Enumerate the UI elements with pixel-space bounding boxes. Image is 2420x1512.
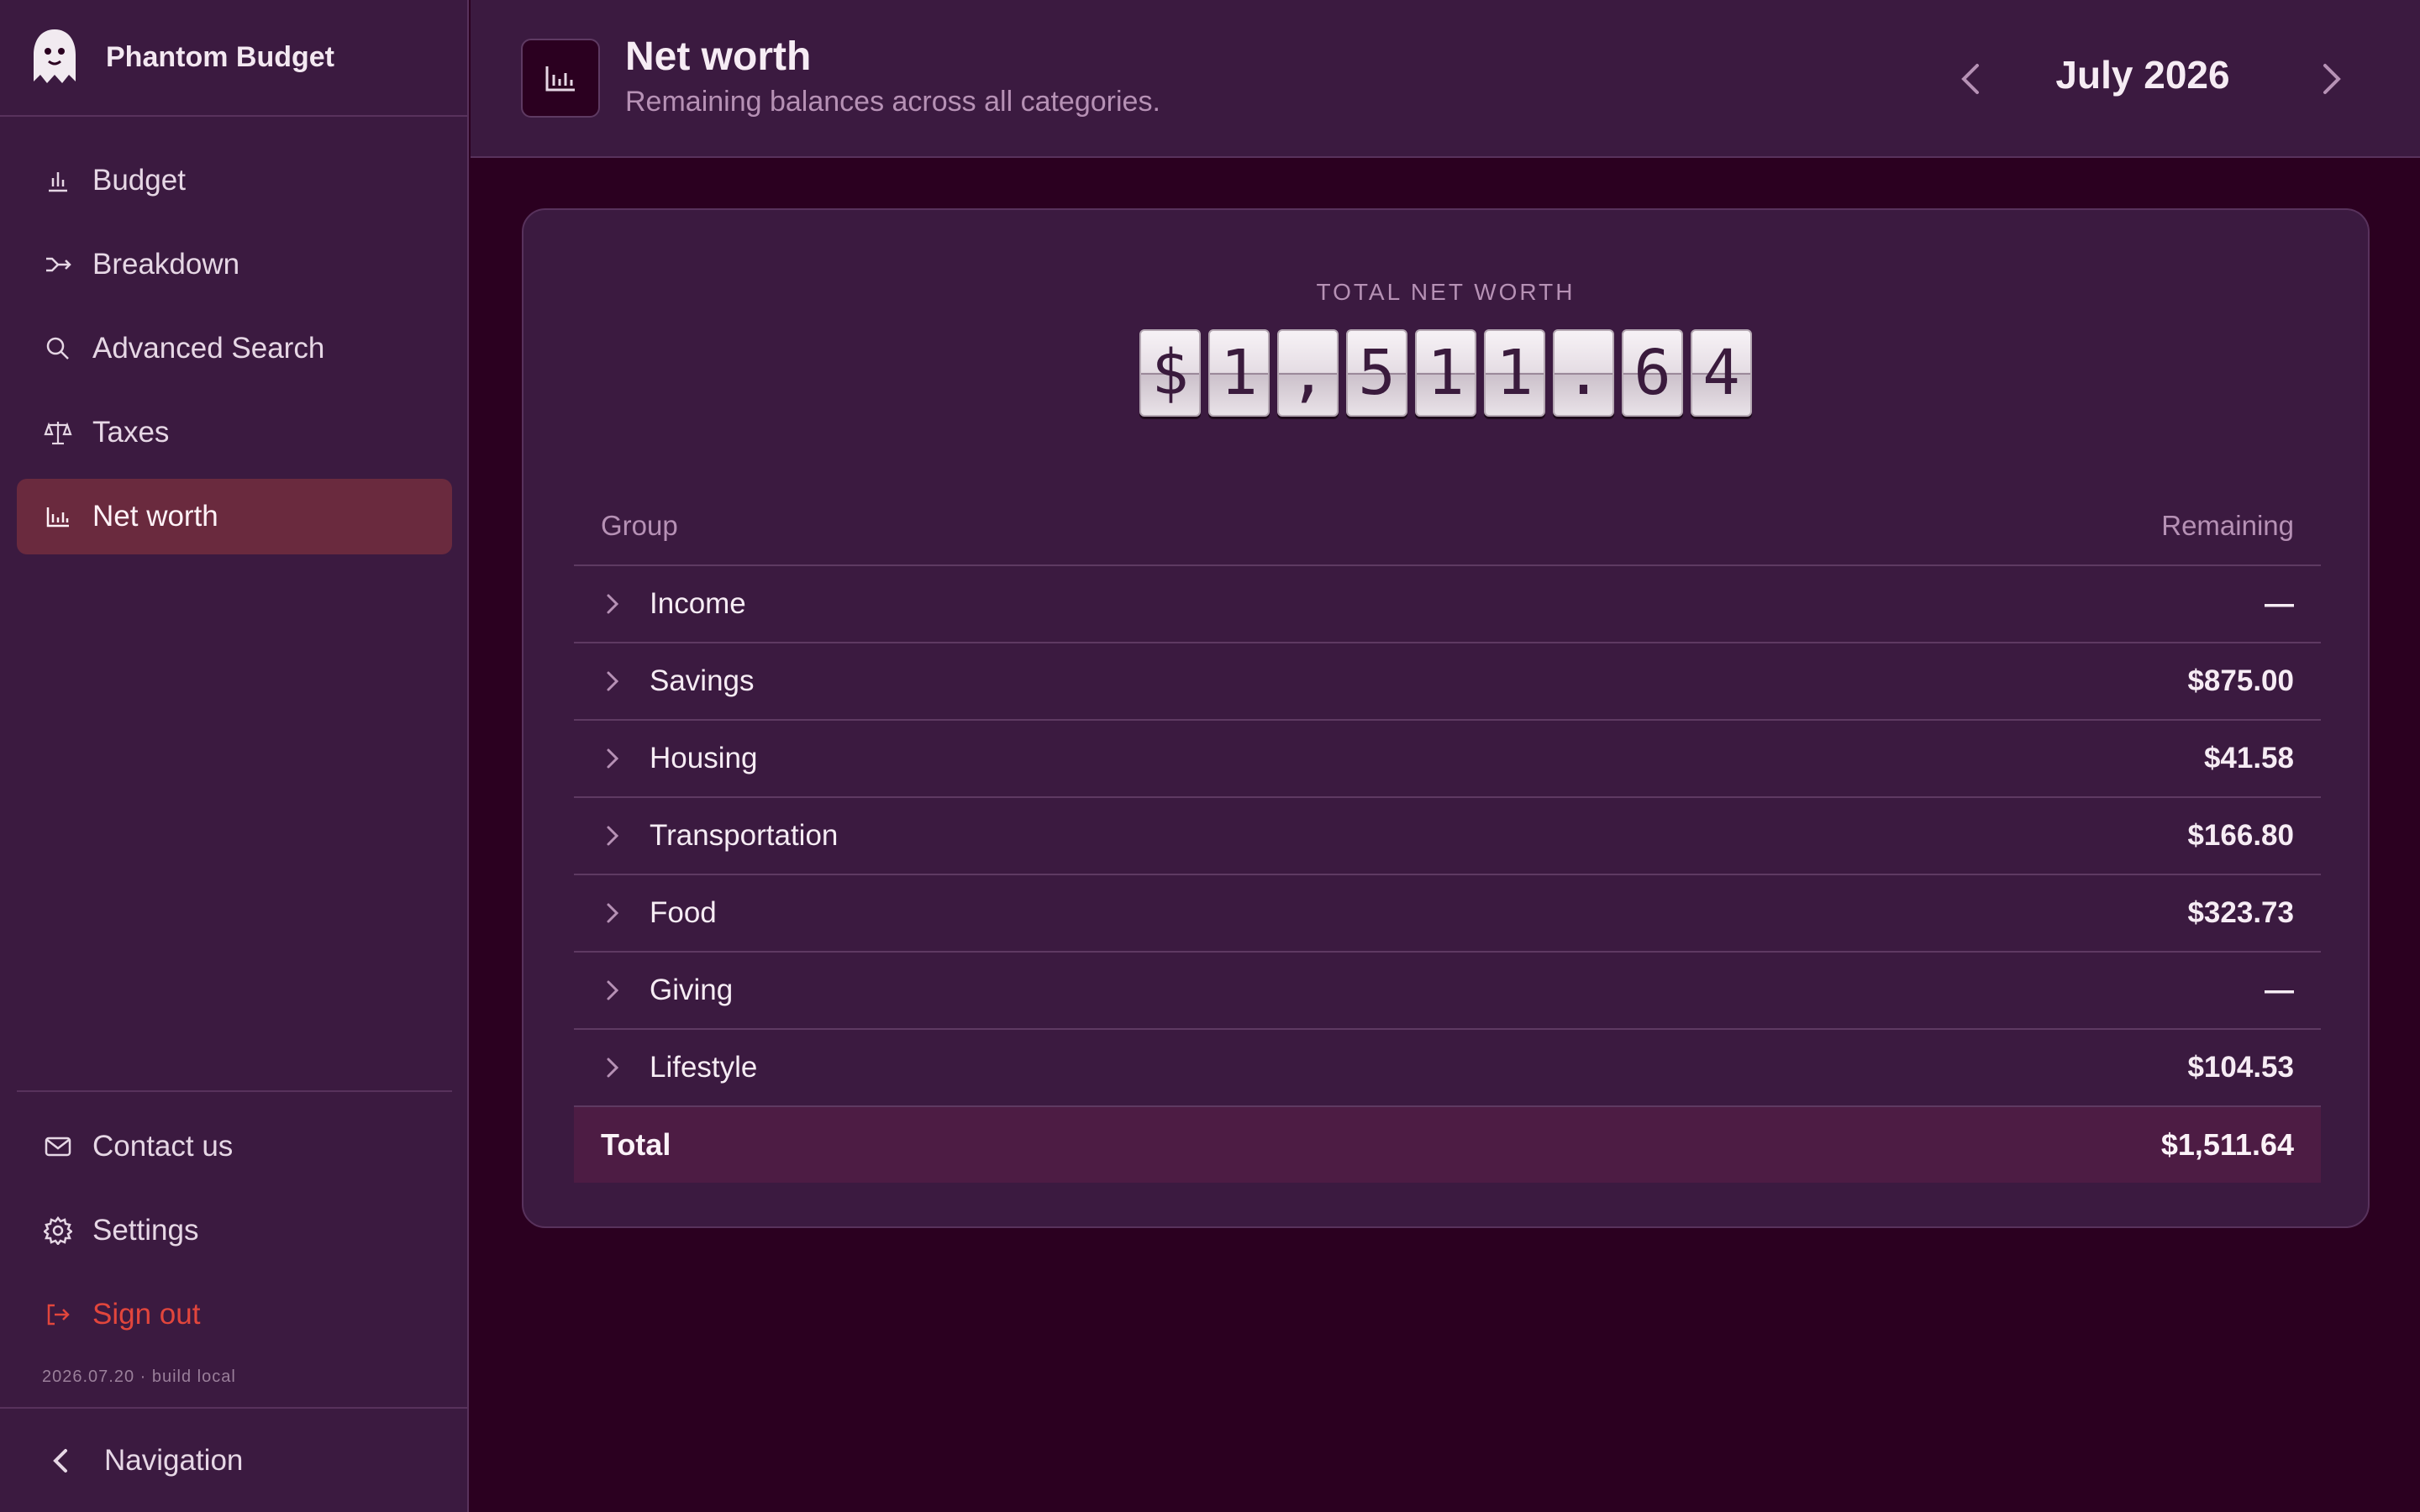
next-month-button[interactable] (2307, 54, 2357, 104)
row-group-label: Savings (650, 664, 755, 697)
brand-name: Phantom Budget (106, 41, 334, 73)
chevron-left-icon (50, 1446, 81, 1476)
column-header-remaining: Remaining (2161, 510, 2294, 541)
page-title: Net worth (625, 34, 812, 79)
table-row[interactable]: Transportation $166.80 (574, 798, 2321, 875)
search-icon (42, 333, 74, 365)
row-group-label: Income (650, 587, 746, 620)
row-group-label: Giving (650, 974, 734, 1006)
sidebar-item-advanced-search[interactable]: Advanced Search (17, 311, 452, 386)
gear-icon (42, 1215, 74, 1247)
row-group: Lifestyle (599, 1051, 757, 1084)
sidebar-item-label: Contact us (92, 1130, 234, 1163)
row-group: Income (599, 587, 746, 621)
page-subtitle: Remaining balances across all categories… (625, 86, 1160, 118)
flip-digit: 1 (1484, 329, 1545, 417)
flip-digit: 1 (1208, 329, 1270, 417)
flip-digit: 6 (1622, 329, 1683, 417)
sign-out-button[interactable]: Sign out (17, 1277, 452, 1352)
chevron-right-icon (599, 591, 626, 617)
table-row[interactable]: Lifestyle $104.53 (574, 1030, 2321, 1107)
bar-chart-icon (42, 165, 74, 197)
chevron-right-icon (599, 977, 626, 1004)
flip-digit: $ (1139, 329, 1201, 417)
chevron-right-icon (599, 900, 626, 927)
previous-month-button[interactable] (1945, 54, 1996, 104)
chevron-right-icon (599, 668, 626, 695)
flip-digit: , (1277, 329, 1339, 417)
sidebar-item-taxes[interactable]: Taxes (17, 395, 452, 470)
sidebar-item-label: Settings (92, 1214, 199, 1247)
net-worth-card: TOTAL NET WORTH $ 1 , 5 1 1 . 6 4 Group … (522, 208, 2370, 1228)
sidebar-item-label: Taxes (92, 416, 170, 449)
sidebar-item-label: Net worth (92, 500, 218, 533)
row-remaining: $104.53 (2187, 1051, 2294, 1084)
total-value: $1,511.64 (2160, 1127, 2294, 1162)
chart-icon (42, 501, 74, 533)
chevron-left-icon (1961, 64, 1979, 94)
collapse-label: Navigation (104, 1443, 244, 1477)
table-row[interactable]: Housing $41.58 (574, 721, 2321, 798)
chevron-right-icon (599, 1054, 626, 1081)
secondary-nav: Contact us Settings Sign out (17, 1090, 452, 1361)
row-group: Savings (599, 664, 755, 698)
net-worth-chart-icon (521, 39, 600, 118)
total-net-worth-caption: TOTAL NET WORTH (1316, 279, 1576, 305)
flip-digit: 5 (1346, 329, 1407, 417)
sidebar-item-settings[interactable]: Settings (17, 1193, 452, 1268)
sign-out-icon (42, 1299, 74, 1331)
page-header: Net worth Remaining balances across all … (471, 0, 2420, 158)
row-group-label: Lifestyle (650, 1051, 758, 1084)
split-icon (42, 249, 74, 281)
sidebar-item-contact-us[interactable]: Contact us (17, 1109, 452, 1184)
table-row[interactable]: Savings $875.00 (574, 643, 2321, 721)
sidebar-item-label: Budget (92, 164, 186, 197)
remaining-table: Group Remaining Income — Savings $875.00… (574, 487, 2321, 1183)
row-group: Transportation (599, 819, 838, 853)
row-remaining: $41.58 (2203, 742, 2294, 774)
sidebar-item-net-worth[interactable]: Net worth (17, 479, 452, 554)
row-group: Food (599, 896, 717, 930)
mail-icon (42, 1131, 74, 1163)
brand[interactable]: Phantom Budget (0, 0, 467, 117)
collapse-navigation-button[interactable]: Navigation (0, 1407, 469, 1512)
flip-digit: 4 (1691, 329, 1752, 417)
sidebar: Phantom Budget Budget Breakdown Advanced… (0, 0, 469, 1512)
row-group: Giving (599, 974, 733, 1007)
row-group-label: Transportation (650, 819, 839, 852)
flip-digit: 1 (1415, 329, 1476, 417)
row-remaining: — (2265, 587, 2294, 620)
sidebar-item-label: Advanced Search (92, 332, 325, 365)
flip-counter: $ 1 , 5 1 1 . 6 4 (1139, 329, 1752, 417)
table-header: Group Remaining (574, 487, 2321, 566)
sidebar-item-breakdown[interactable]: Breakdown (17, 227, 452, 302)
column-header-group: Group (601, 510, 678, 541)
chevron-right-icon (2323, 64, 2341, 94)
table-row[interactable]: Giving — (574, 953, 2321, 1030)
flip-digit: . (1553, 329, 1614, 417)
month-label: July 2026 (2055, 53, 2230, 97)
sidebar-item-label: Sign out (92, 1298, 201, 1331)
row-remaining: $166.80 (2187, 819, 2294, 852)
chevron-right-icon (599, 822, 626, 849)
row-remaining: — (2265, 974, 2294, 1006)
version-label: 2026.07.20 · build local (42, 1368, 236, 1386)
sidebar-item-label: Breakdown (92, 248, 240, 281)
chevron-right-icon (599, 745, 626, 772)
ghost-logo-icon (34, 29, 76, 83)
total-label: Total (601, 1127, 671, 1162)
table-row[interactable]: Food $323.73 (574, 875, 2321, 953)
table-row[interactable]: Income — (574, 566, 2321, 643)
row-remaining: $875.00 (2187, 664, 2294, 697)
row-group: Housing (599, 742, 757, 775)
row-group-label: Housing (650, 742, 758, 774)
table-total-row: Total $1,511.64 (574, 1107, 2321, 1183)
row-remaining: $323.73 (2187, 896, 2294, 929)
main-nav: Budget Breakdown Advanced Search Taxes N… (17, 143, 452, 563)
row-group-label: Food (650, 896, 717, 929)
sidebar-item-budget[interactable]: Budget (17, 143, 452, 218)
scale-icon (42, 417, 74, 449)
